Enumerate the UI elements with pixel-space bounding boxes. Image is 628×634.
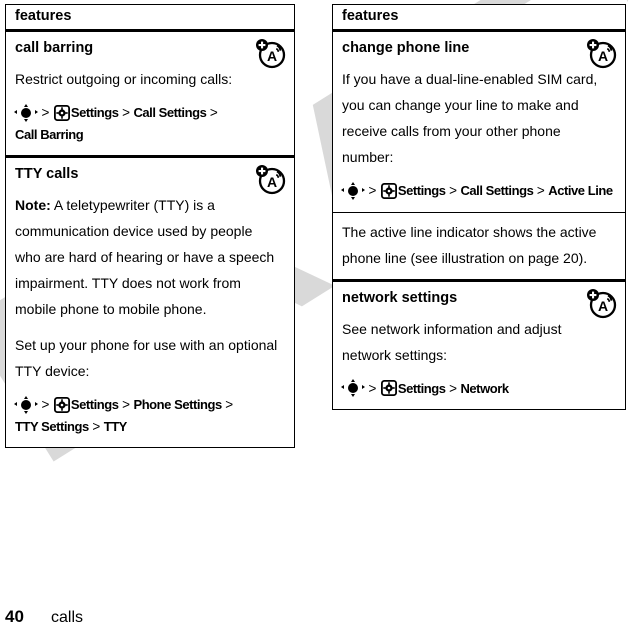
path-separator: >: [92, 418, 101, 434]
menu-path-call-barring: > Settings > Call Settings > Call Barrin…: [14, 102, 285, 145]
gear-icon: [380, 379, 397, 396]
feature-title: TTY calls: [15, 166, 79, 182]
path-item-settings: Settings: [70, 105, 119, 120]
path-separator: >: [368, 183, 377, 198]
right-column: features A change phone line If you have…: [332, 4, 626, 410]
page-footer: 40 calls: [5, 607, 305, 628]
svg-text:A: A: [598, 298, 608, 314]
path-item-phone-settings: Phone Settings: [133, 397, 222, 412]
menu-path-tty: > Settings > Phone Settings > TTY Settin…: [14, 394, 285, 437]
nav-key-icon: [14, 103, 38, 122]
path-separator: >: [41, 105, 50, 120]
feature-description: Restrict outgoing or incoming calls:: [15, 71, 233, 87]
path-separator: >: [449, 183, 457, 198]
path-separator: >: [41, 397, 50, 412]
feature-row-call-barring: A call barring Restrict outgoing or inco…: [6, 32, 294, 155]
svg-text:A: A: [598, 48, 608, 64]
feature-description: The active line indicator shows the acti…: [342, 223, 597, 266]
path-item-settings: Settings: [397, 380, 446, 396]
svg-text:A: A: [267, 174, 277, 190]
gear-icon: [53, 396, 70, 413]
page-number: 40: [5, 607, 24, 626]
table-header-features-left: features: [6, 5, 294, 32]
manual-page: features A call barring Restrict outgoin…: [0, 0, 628, 634]
network-roaming-icon: A: [586, 37, 618, 69]
svg-text:A: A: [267, 48, 277, 64]
note-text: A teletypewriter (TTY) is a communicatio…: [15, 197, 275, 317]
menu-path-active-line: > Settings > Call Settings > Active Line: [341, 180, 616, 202]
chapter-name: calls: [51, 609, 84, 626]
features-table-right: features A change phone line If you have…: [332, 4, 626, 410]
feature-subrow-active-line-indicator: The active line indicator shows the acti…: [333, 211, 625, 279]
feature-row-change-phone-line: A change phone line If you have a dual-l…: [333, 32, 625, 212]
path-item-network: Network: [460, 380, 509, 396]
nav-key-icon: [341, 181, 365, 200]
path-item-call-settings: Call Settings: [460, 183, 534, 198]
gear-icon: [380, 182, 397, 199]
path-item-call-settings: Call Settings: [133, 105, 207, 120]
network-roaming-icon: A: [255, 163, 287, 195]
path-separator: >: [122, 105, 130, 120]
menu-path-network: > Settings > Network: [341, 378, 616, 400]
feature-row-network-settings: A network settings See network informati…: [333, 278, 625, 409]
note-label: Note:: [15, 197, 51, 213]
feature-title: change phone line: [342, 40, 470, 56]
path-item-settings: Settings: [397, 183, 446, 198]
path-separator: >: [536, 183, 545, 198]
table-header-features-right: features: [333, 5, 625, 32]
network-roaming-icon: A: [586, 287, 618, 319]
path-item-tty: TTY: [103, 418, 128, 434]
feature-title: network settings: [342, 289, 458, 306]
left-column: features A call barring Restrict outgoin…: [5, 4, 295, 448]
features-table-left: features A call barring Restrict outgoin…: [5, 4, 295, 448]
nav-key-icon: [14, 395, 38, 414]
path-separator: >: [368, 380, 377, 396]
path-item-active-line: Active Line: [548, 183, 613, 198]
path-separator: >: [122, 397, 130, 412]
path-separator: >: [209, 105, 218, 120]
feature-row-tty-calls: A TTY calls Note: A teletypewriter (TTY)…: [6, 155, 294, 447]
path-item-call-barring: Call Barring: [15, 126, 84, 142]
feature-title: call barring: [15, 40, 94, 56]
nav-key-icon: [341, 379, 365, 397]
path-separator: >: [225, 397, 234, 412]
feature-description: See network information and adjust netwo…: [342, 320, 562, 363]
feature-description: If you have a dual-line-enabled SIM card…: [342, 71, 598, 165]
path-item-tty-settings: TTY Settings: [15, 418, 89, 434]
network-roaming-icon: A: [255, 37, 287, 69]
gear-icon: [53, 104, 70, 121]
path-separator: >: [449, 380, 457, 396]
feature-description: Set up your phone for use with an option…: [15, 337, 278, 379]
path-item-settings: Settings: [70, 397, 119, 412]
feature-note: Note: A teletypewriter (TTY) is a commun…: [15, 192, 285, 322]
